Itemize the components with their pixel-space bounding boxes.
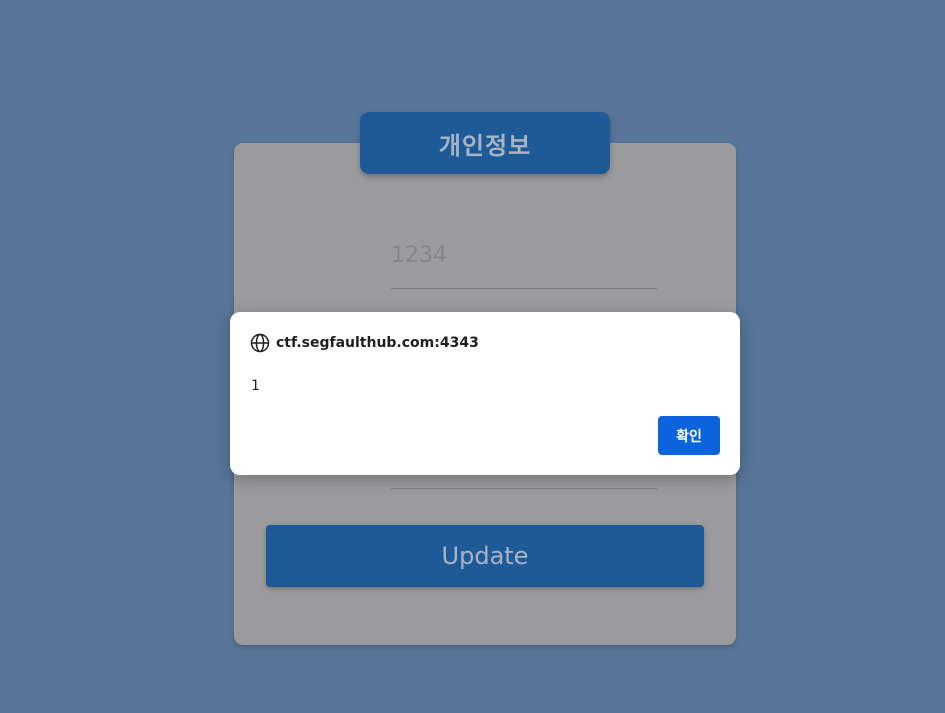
update-button-label: Update [441, 542, 529, 570]
alert-dialog: ctf.segfaulthub.com:4343 1 확인 [230, 312, 740, 475]
alert-origin-text: ctf.segfaulthub.com:4343 [276, 335, 479, 351]
update-button[interactable]: Update [266, 525, 704, 587]
globe-icon [250, 333, 270, 353]
id-field[interactable]: 1234 [391, 238, 657, 289]
alert-message: 1 [251, 378, 260, 394]
alert-origin: ctf.segfaulthub.com:4343 [250, 332, 479, 354]
alert-ok-button[interactable]: 확인 [658, 416, 720, 455]
id-field-value: 1234 [391, 243, 447, 268]
card-header: 개인정보 [360, 112, 610, 174]
page-title: 개인정보 [438, 130, 532, 160]
alert-ok-label: 확인 [676, 428, 702, 445]
